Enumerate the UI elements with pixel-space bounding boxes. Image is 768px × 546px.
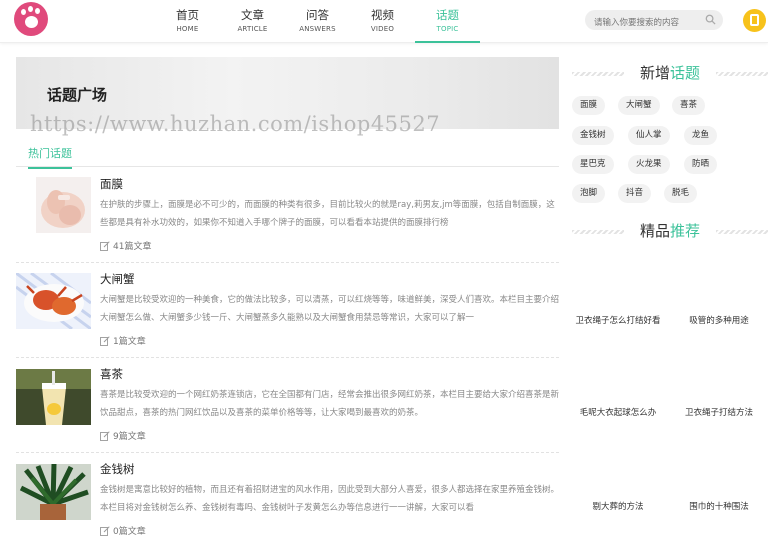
topic-tag[interactable]: 防晒: [684, 155, 718, 174]
featured-title: 精品推荐: [572, 221, 768, 241]
featured-article-link[interactable]: 卫衣绳子怎么打结好看: [572, 315, 664, 327]
topic-article-count: 41篇文章: [100, 239, 151, 252]
search-icon[interactable]: [705, 14, 716, 25]
topic-name[interactable]: 喜茶: [100, 366, 123, 382]
nav-answers[interactable]: 问答 ANSWERS: [285, 0, 350, 43]
topic-name[interactable]: 金钱树: [100, 461, 135, 477]
topic-thumbnail[interactable]: [16, 464, 91, 520]
page-title: 话题广场: [47, 86, 108, 104]
topic-tag[interactable]: 大闸蟹: [618, 96, 660, 115]
topic-description: 金钱树是寓意比较好的植物，而且还有着招财进宝的风水作用，因此受到大部分人喜爱，很…: [100, 485, 559, 513]
site-logo-paw-icon[interactable]: [14, 2, 48, 36]
new-topics-title-a: 新增: [639, 64, 670, 82]
topic-tag[interactable]: 喜茶: [672, 96, 706, 115]
new-topics-header: 新增话题: [572, 63, 768, 83]
topic-description: 喜茶是比较受欢迎的一个网红奶茶连锁店，它在全国都有门店，经常会推出很多网红奶茶，…: [100, 390, 559, 418]
topic-item-mask[interactable]: 面膜 在护肤的步骤上，面膜是必不可少的，而面膜的种类有很多，目前比较火的就是ra…: [16, 169, 559, 263]
topic-count-text: 41篇文章: [113, 242, 152, 252]
topic-item-crab[interactable]: 大闸蟹 大闸蟹是比较受欢迎的一种美食，它的做法比较多，可以清蒸，可以红烧等等，味…: [16, 264, 559, 358]
topic-name[interactable]: 面膜: [100, 176, 123, 192]
topic-item-heytea[interactable]: 喜茶 喜茶是比较受欢迎的一个网红奶茶连锁店，它在全国都有门店，经常会推出很多网红…: [16, 359, 559, 453]
edit-icon: [100, 335, 110, 346]
topic-article-count: 0篇文章: [100, 524, 146, 537]
nav-home-label: 首页: [176, 8, 199, 22]
edit-icon: [100, 240, 110, 251]
nav-video[interactable]: 视频 VIDEO: [350, 0, 415, 43]
featured-title-b: 推荐: [670, 222, 701, 240]
nav-article-label: 文章: [241, 8, 264, 22]
user-icon: [750, 14, 759, 26]
nav-home[interactable]: 首页 HOME: [155, 0, 220, 43]
nav-topic[interactable]: 话题 TOPIC: [415, 0, 480, 43]
featured-article-link[interactable]: 毛呢大衣起球怎么办: [572, 407, 664, 419]
nav-video-label: 视频: [371, 8, 394, 22]
main-nav: 首页 HOME 文章 ARTICLE 问答 ANSWERS 视频 VIDEO 话…: [155, 0, 480, 43]
edit-icon: [100, 525, 110, 536]
search-input[interactable]: [585, 13, 697, 33]
top-header: 首页 HOME 文章 ARTICLE 问答 ANSWERS 视频 VIDEO 话…: [0, 0, 768, 43]
watermark-text: https://www.huzhan.com/ishop45527: [30, 112, 441, 136]
topic-count-text: 1篇文章: [113, 337, 146, 347]
topic-tag[interactable]: 脱毛: [664, 184, 698, 203]
topic-description: 在护肤的步骤上，面膜是必不可少的，而面膜的种类有很多，目前比较火的就是ray,莉…: [100, 200, 555, 228]
featured-article-link[interactable]: 吸管的多种用途: [676, 315, 762, 327]
topic-article-count: 1篇文章: [100, 334, 146, 347]
edit-icon: [100, 430, 110, 441]
user-account-button[interactable]: [743, 9, 766, 32]
topic-count-text: 0篇文章: [113, 527, 146, 537]
nav-article[interactable]: 文章 ARTICLE: [220, 0, 285, 43]
topic-thumbnail[interactable]: [36, 177, 91, 233]
topic-tag[interactable]: 面膜: [572, 96, 606, 115]
new-topics-title: 新增话题: [572, 63, 768, 83]
topic-description: 大闸蟹是比较受欢迎的一种美食，它的做法比较多，可以清蒸，可以红烧等等，味道鲜美，…: [100, 295, 559, 323]
topic-name[interactable]: 大闸蟹: [100, 271, 135, 287]
featured-article-link[interactable]: 剔大葬的方法: [572, 501, 664, 513]
topic-tag[interactable]: 仙人掌: [628, 126, 670, 145]
nav-article-sublabel: ARTICLE: [237, 25, 268, 33]
topic-tag[interactable]: 抖音: [618, 184, 652, 203]
nav-topic-sublabel: TOPIC: [436, 25, 459, 33]
topic-thumbnail[interactable]: [16, 369, 91, 425]
nav-answers-label: 问答: [306, 8, 329, 22]
topic-tag[interactable]: 龙鱼: [684, 126, 718, 145]
featured-article-link[interactable]: 卫衣绳子打结方法: [676, 407, 762, 419]
featured-header: 精品推荐: [572, 221, 768, 241]
topic-item-zz-plant[interactable]: 金钱树 金钱树是寓意比较好的植物，而且还有着招财进宝的风水作用，因此受到大部分人…: [16, 454, 559, 546]
topic-article-count: 9篇文章: [100, 429, 146, 442]
nav-answers-sublabel: ANSWERS: [299, 25, 336, 33]
topic-tag[interactable]: 金钱树: [572, 126, 614, 145]
tab-hot-topics[interactable]: 热门话题: [28, 145, 72, 169]
new-topics-title-b: 话题: [670, 64, 701, 82]
topic-tabs: 热门话题: [16, 139, 559, 169]
topic-tag[interactable]: 火龙果: [628, 155, 670, 174]
featured-article-link[interactable]: 围巾的十种围法: [676, 501, 762, 513]
nav-video-sublabel: VIDEO: [370, 25, 395, 33]
featured-title-a: 精品: [639, 222, 670, 240]
topic-thumbnail[interactable]: [16, 273, 91, 329]
topic-count-text: 9篇文章: [113, 432, 146, 442]
topic-tag[interactable]: 泡脚: [572, 184, 606, 203]
nav-home-sublabel: HOME: [176, 25, 199, 33]
nav-topic-label: 话题: [436, 8, 459, 22]
search-box: [585, 10, 723, 33]
topic-tag[interactable]: 星巴克: [572, 155, 614, 174]
